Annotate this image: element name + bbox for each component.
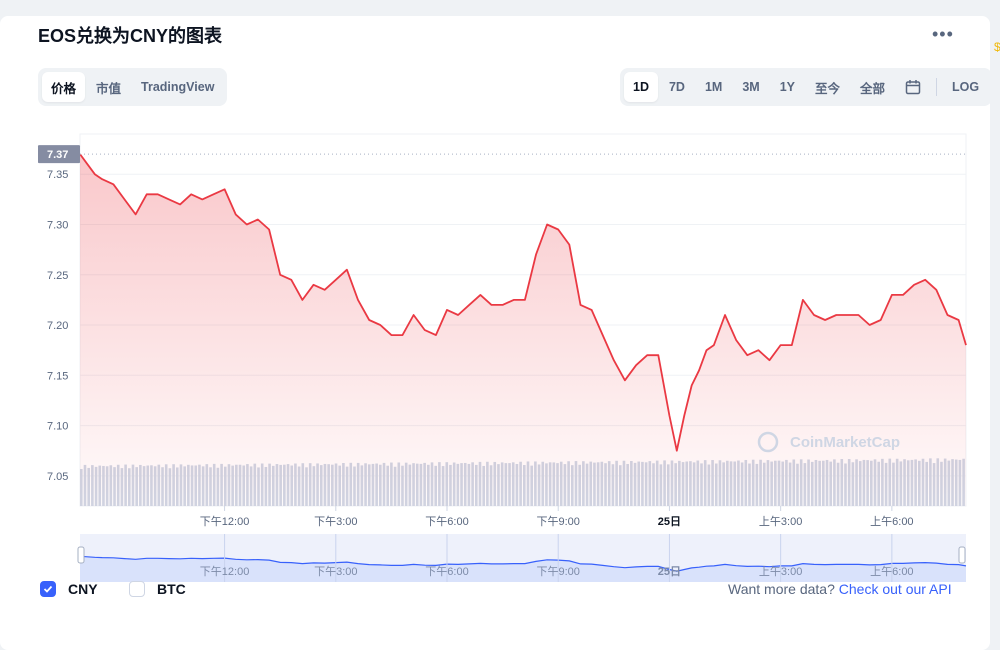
navigator-tick-label: 下午3:00 [314, 565, 357, 578]
y-axis: 7.35 7.30 7.25 7.20 7.15 7.10 7.05 [47, 169, 68, 483]
navigator-handle-left[interactable] [77, 546, 85, 564]
y-tick-label: 7.20 [47, 320, 68, 332]
navigator-tick-label: 下午6:00 [425, 565, 468, 578]
chart-type-tabs: 价格 市值 TradingView [38, 68, 228, 106]
navigator-handle-right[interactable] [958, 546, 966, 564]
api-promo: Want more data? Check out our API [728, 581, 952, 597]
x-tick-label: 25日 [658, 515, 681, 528]
navigator-tick-label: 上午3:00 [759, 565, 802, 578]
watermark-text: CoinMarketCap [790, 434, 900, 451]
current-price-label: 7.37 [47, 149, 68, 161]
y-tick-label: 7.15 [47, 370, 68, 382]
x-tick-label: 下午12:00 [200, 515, 250, 528]
x-tick-label: 上午3:00 [759, 515, 802, 528]
x-tick-label: 下午3:00 [314, 515, 357, 528]
tab-range-ytd[interactable]: 至今 [806, 72, 849, 102]
y-tick-label: 7.05 [47, 471, 68, 483]
navigator-tick-label: 下午12:00 [200, 565, 250, 578]
range-divider [936, 78, 938, 96]
tab-range-1d[interactable]: 1D [624, 72, 658, 102]
y-tick-label: 7.10 [47, 421, 68, 433]
navigator-tick-label: 25日 [658, 565, 681, 578]
navigator-tick-label: 上午6:00 [870, 565, 913, 578]
edge-marker: $ [994, 40, 1000, 54]
tab-tradingview[interactable]: TradingView [132, 72, 223, 102]
current-price-badge: 7.37 [38, 145, 80, 164]
tab-range-7d[interactable]: 7D [660, 72, 694, 102]
legend-cny-label: CNY [68, 581, 98, 597]
navigator[interactable]: 下午12:00 下午3:00 下午6:00 下午9:00 25日 上午3:00 上午6:00 [77, 534, 967, 582]
tab-price[interactable]: 价格 [42, 72, 86, 102]
tab-range-1m[interactable]: 1M [696, 72, 731, 102]
x-tick-label: 下午9:00 [537, 515, 580, 528]
tab-market-cap[interactable]: 市值 [87, 72, 130, 102]
legend-cny[interactable]: CNY [40, 581, 98, 597]
tab-range-1y[interactable]: 1Y [771, 72, 804, 102]
x-axis: 下午12:00 下午3:00 下午6:00 下午9:00 25日 上午3:00 上午6:00 [200, 506, 914, 528]
checkbox-cny[interactable] [40, 581, 56, 597]
tab-range-all[interactable]: 全部 [851, 72, 894, 102]
price-chart[interactable]: 7.37 7.35 7.30 7.25 7.20 7.15 7.10 7.05 下午12:0… [0, 116, 1000, 586]
legend-btc[interactable]: BTC [129, 581, 186, 597]
log-toggle[interactable]: LOG [943, 72, 988, 102]
navigator-tick-label: 下午9:00 [537, 565, 580, 578]
more-icon[interactable]: ••• [932, 24, 954, 45]
page-title: EOS兑换为CNY的图表 [38, 26, 223, 46]
y-tick-label: 7.35 [47, 169, 68, 181]
x-tick-label: 下午6:00 [425, 515, 468, 528]
calendar-icon[interactable] [896, 72, 930, 102]
api-link[interactable]: Check out our API [839, 581, 952, 597]
checkbox-btc[interactable] [129, 581, 145, 597]
api-promo-text: Want more data? [728, 581, 835, 597]
y-tick-label: 7.25 [47, 270, 68, 282]
x-tick-label: 上午6:00 [870, 515, 913, 528]
tab-range-3m[interactable]: 3M [733, 72, 768, 102]
legend-btc-label: BTC [157, 581, 186, 597]
range-tabs: 1D 7D 1M 3M 1Y 至今 全部 LOG [620, 68, 993, 106]
y-tick-label: 7.30 [47, 219, 68, 231]
